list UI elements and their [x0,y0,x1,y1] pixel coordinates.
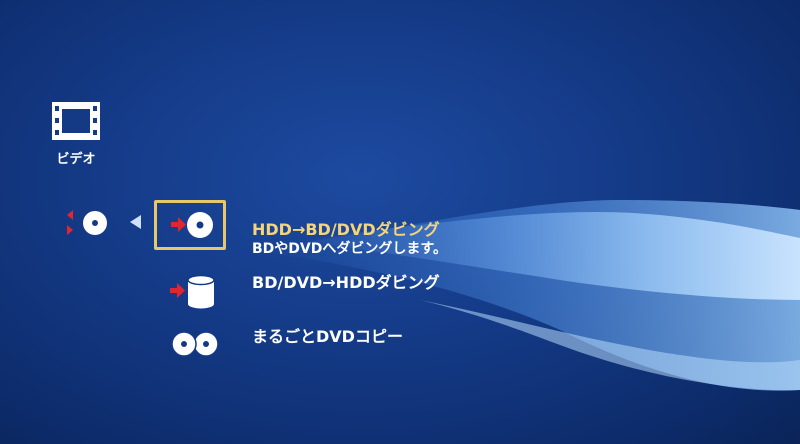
selection-frame [154,200,226,250]
hdd-import-icon [170,274,215,309]
disc-swap-icon [67,210,107,235]
disc-import-icon [171,212,213,238]
side-item-disc-swap[interactable] [64,207,110,239]
menu-item-hdd-to-bd-dvd[interactable]: HDD→BD/DVDダビング BDやDVDへダビングします。 [154,200,680,257]
film-icon [52,102,100,140]
menu-item-description: BDやDVDへダビングします。 [252,241,447,257]
menu-item-bd-dvd-to-hdd[interactable]: BD/DVD→HDDダビング [160,268,680,312]
double-disc-icon [171,331,219,357]
menu-item-title: HDD→BD/DVDダビング [252,220,440,239]
menu-item-title: BD/DVD→HDDダビング [252,273,440,292]
menu-item-title: まるごとDVDコピー [252,327,403,346]
category-video[interactable]: ビデオ [50,100,102,167]
category-label: ビデオ [56,152,96,167]
menu-item-dvd-copy[interactable]: まるごとDVDコピー [160,322,680,366]
selection-pointer [130,215,141,229]
